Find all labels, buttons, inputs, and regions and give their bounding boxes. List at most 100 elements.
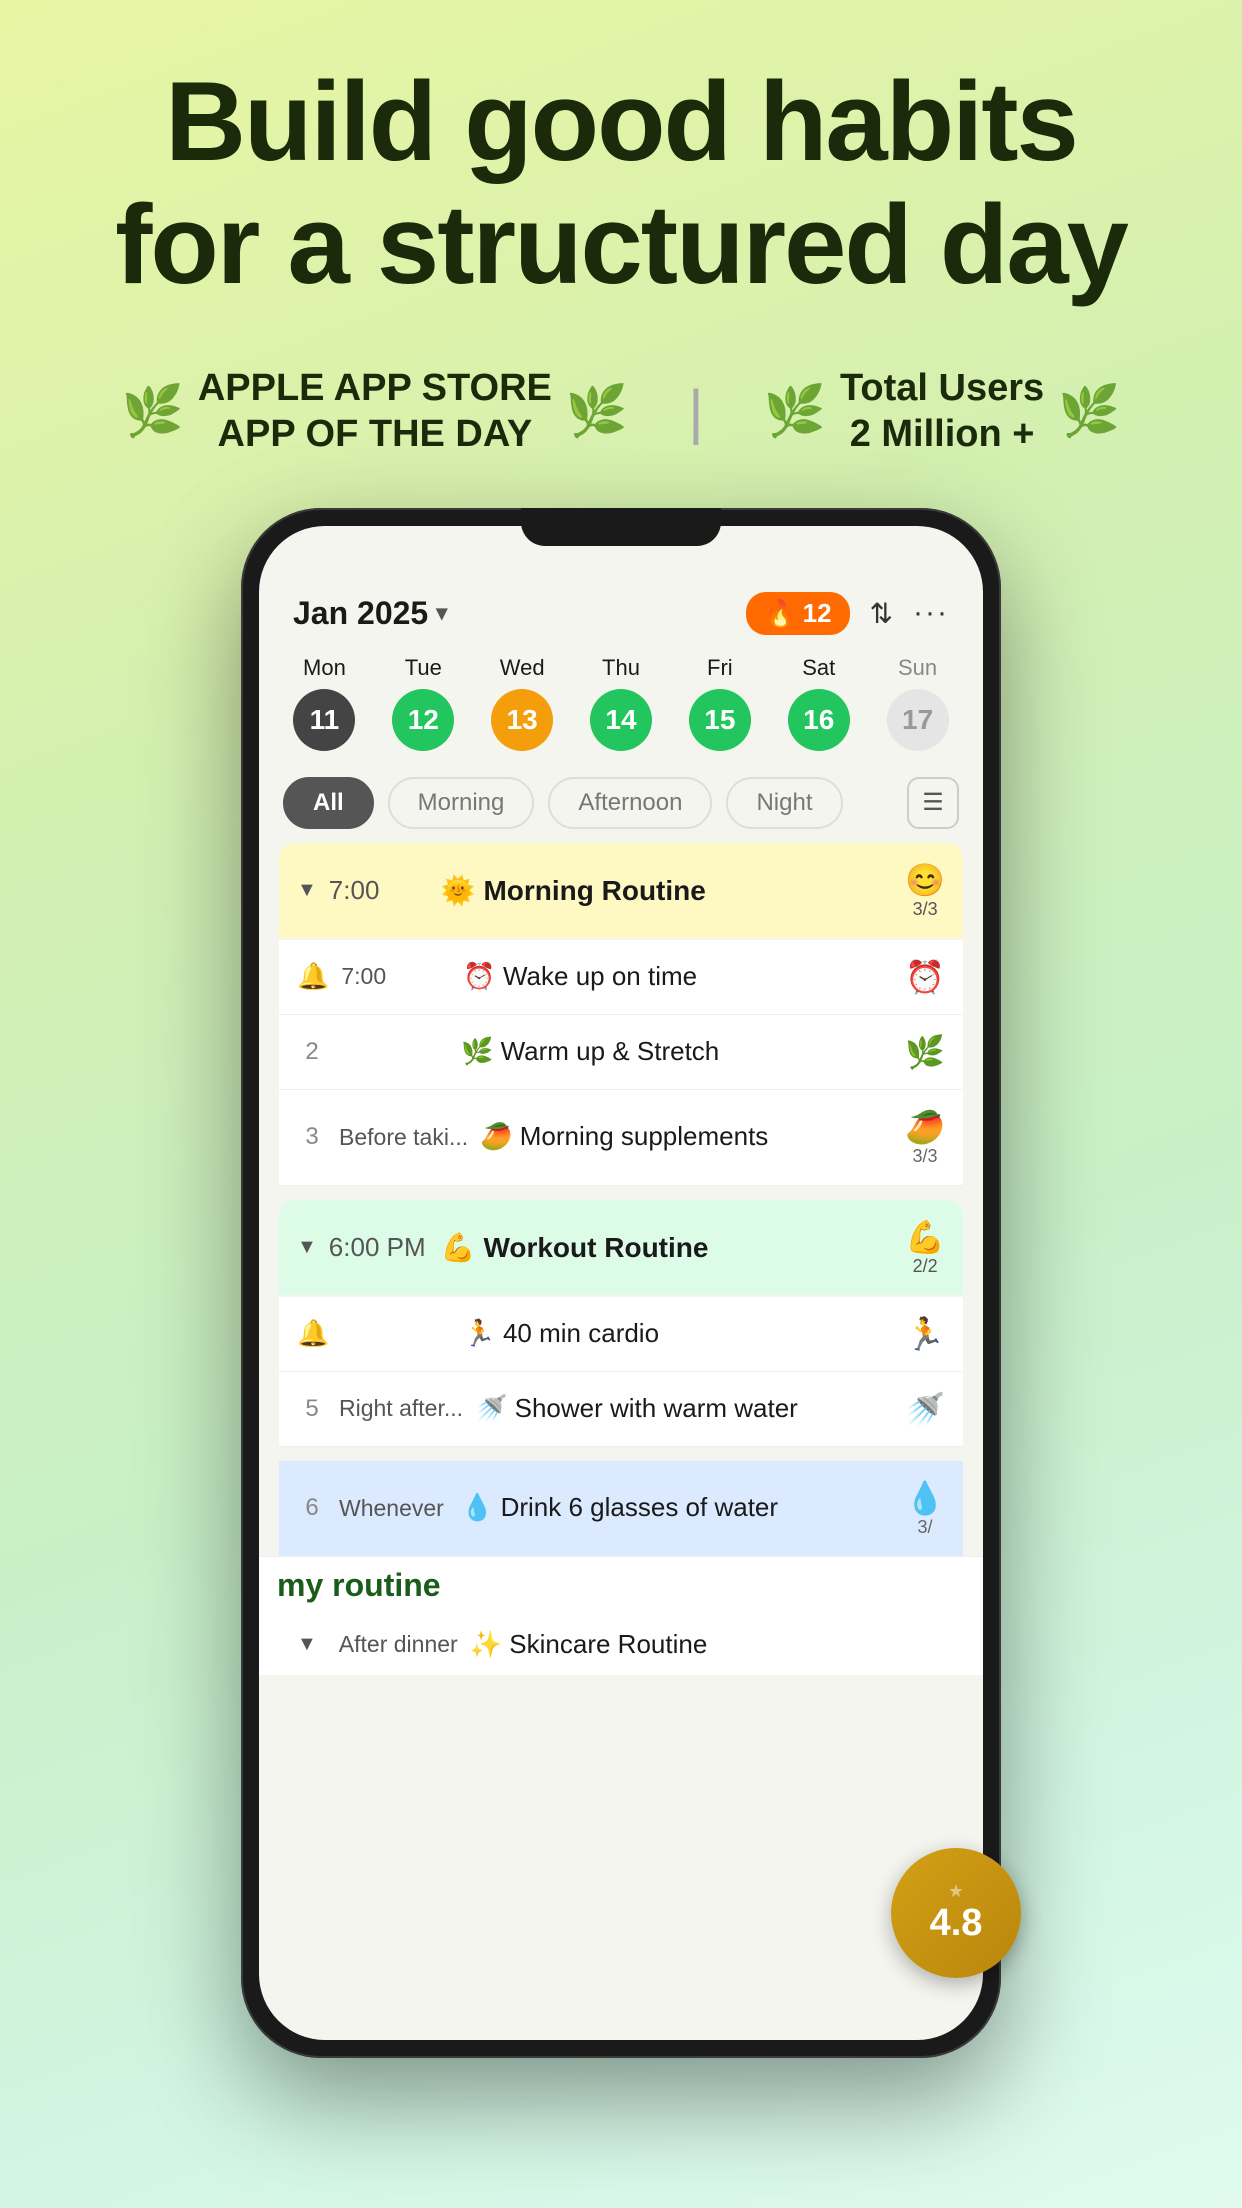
top-bar: Jan 2025 ▾ 🔥 12 ⇅ ··· — [259, 576, 983, 645]
day-name-tue: Tue — [405, 655, 442, 681]
top-bar-right: 🔥 12 ⇅ ··· — [746, 592, 949, 635]
habit-icon-3: 🥭 — [905, 1108, 945, 1146]
day-mon[interactable]: Mon 11 — [279, 655, 370, 751]
app-store-text: APPLE APP STORE APP OF THE DAY — [198, 366, 552, 457]
app-content: Jan 2025 ▾ 🔥 12 ⇅ ··· — [259, 526, 983, 2040]
workout-routine-header[interactable]: ▼ 6:00 PM 💪 Workout Routine 💪 2/2 — [279, 1200, 963, 1295]
habit-score-text-6: 3/ — [917, 1517, 932, 1538]
habit-icon-2: 🌿 — [905, 1033, 945, 1071]
bell-icon-4: 🔔 — [297, 1318, 329, 1349]
filter-bar: All Morning Afternoon Night ☰ — [259, 767, 983, 843]
habit-name-4: 🏃 40 min cardio — [463, 1317, 893, 1351]
habit-row-3[interactable]: 3 Before taki... 🥭 Morning supplements 🥭… — [279, 1090, 963, 1186]
users-line2: 2 Million + — [850, 413, 1035, 455]
day-circle-wed: 13 — [491, 689, 553, 751]
day-name-mon: Mon — [303, 655, 346, 681]
habit-time-5: Right after... — [339, 1395, 463, 1422]
calendar-icon[interactable]: ☰ — [907, 777, 959, 829]
header-section: Build good habits for a structured day — [0, 0, 1242, 336]
habit-row-after-dinner[interactable]: ▼ After dinner ✨ Skincare Routine — [259, 1614, 983, 1676]
headline-line1: Build good habits — [165, 59, 1077, 184]
arrow-after-dinner: ▼ — [297, 1633, 317, 1656]
bell-icon-1: 🔔 — [297, 961, 329, 992]
habit-row-2[interactable]: 2 🌿 Warm up & Stretch 🌿 — [279, 1015, 963, 1090]
users-line1: Total Users — [840, 367, 1044, 409]
filter-night[interactable]: Night — [726, 777, 842, 829]
day-wed[interactable]: Wed 13 — [477, 655, 568, 751]
day-circle-thu: 14 — [590, 689, 652, 751]
habit-icon-6: 💧 — [905, 1479, 945, 1517]
filter-morning[interactable]: Morning — [388, 777, 535, 829]
habit-row-6[interactable]: 6 Whenever 💧 Drink 6 glasses of water 💧 … — [279, 1461, 963, 1556]
filter-all[interactable]: All — [283, 777, 374, 829]
phone-screen: Jan 2025 ▾ 🔥 12 ⇅ ··· — [259, 526, 983, 2040]
habit-icon-1: ⏰ — [905, 958, 945, 996]
habit-num-2: 2 — [297, 1038, 327, 1066]
routine-list: ▼ 7:00 🌞 Morning Routine 😊 3/3 🔔 7:00 ⏰ … — [259, 843, 983, 1556]
habit-icon-5: 🚿 — [905, 1390, 945, 1428]
day-sun[interactable]: Sun 17 — [872, 655, 963, 751]
laurel-right-1: 🌿 — [566, 382, 628, 441]
morning-score-emoji: 😊 — [905, 861, 945, 899]
laurel-right-2: 🌿 — [1058, 382, 1120, 441]
habit-num-3: 3 — [297, 1123, 327, 1151]
morning-routine-name: 🌞 Morning Routine — [441, 874, 893, 907]
badge-separator: | — [688, 377, 704, 446]
workout-score-text: 2/2 — [913, 1256, 938, 1277]
badges-section: 🌿 APPLE APP STORE APP OF THE DAY 🌿 | 🌿 T… — [0, 336, 1242, 487]
day-fri[interactable]: Fri 15 — [674, 655, 765, 751]
users-text: Total Users 2 Million + — [840, 366, 1044, 457]
day-circle-tue: 12 — [392, 689, 454, 751]
day-thu[interactable]: Thu 14 — [576, 655, 667, 751]
rating-star-icon: ★ — [948, 1881, 964, 1902]
habit-icon-4: 🏃 — [905, 1315, 945, 1353]
habit-time-6: Whenever — [339, 1495, 449, 1522]
filter-afternoon[interactable]: Afternoon — [548, 777, 712, 829]
day-tue[interactable]: Tue 12 — [378, 655, 469, 751]
app-store-line1: APPLE APP STORE — [198, 367, 552, 409]
day-sat[interactable]: Sat 16 — [773, 655, 864, 751]
day-circle-mon: 11 — [293, 689, 355, 751]
habit-num-6: 6 — [297, 1494, 327, 1522]
day-circle-sun: 17 — [887, 689, 949, 751]
habit-score-3: 🥭 3/3 — [905, 1108, 945, 1167]
app-name-label: my routine — [277, 1567, 441, 1603]
skincare-name: ✨ Skincare Routine — [470, 1628, 945, 1662]
headline-line2: for a structured day — [115, 182, 1127, 307]
habit-num-5: 5 — [297, 1395, 327, 1423]
day-circle-sat: 16 — [788, 689, 850, 751]
app-store-badge: 🌿 APPLE APP STORE APP OF THE DAY 🌿 — [122, 366, 629, 457]
streak-count: 12 — [803, 598, 832, 629]
habit-row-1[interactable]: 🔔 7:00 ⏰ Wake up on time ⏰ — [279, 940, 963, 1015]
rating-number: 4.8 — [930, 1902, 983, 1945]
sort-icon[interactable]: ⇅ — [870, 597, 893, 630]
habit-name-6: 💧 Drink 6 glasses of water — [461, 1491, 893, 1525]
habit-name-1: ⏰ Wake up on time — [463, 960, 893, 994]
fire-icon: 🔥 — [764, 598, 796, 629]
day-name-sun: Sun — [898, 655, 937, 681]
morning-routine-score: 😊 3/3 — [905, 861, 945, 920]
morning-routine-header[interactable]: ▼ 7:00 🌞 Morning Routine 😊 3/3 — [279, 843, 963, 938]
more-icon[interactable]: ··· — [913, 596, 949, 630]
habit-row-5[interactable]: 5 Right after... 🚿 Shower with warm wate… — [279, 1372, 963, 1447]
month-label: Jan 2025 — [293, 595, 428, 632]
morning-score-text: 3/3 — [913, 899, 938, 920]
phone-notch — [521, 508, 721, 546]
streak-badge[interactable]: 🔥 12 — [746, 592, 849, 635]
after-dinner-time: After dinner — [339, 1631, 458, 1658]
workout-routine-time: 6:00 PM — [329, 1232, 429, 1263]
phone-device: Jan 2025 ▾ 🔥 12 ⇅ ··· — [241, 508, 1001, 2058]
week-days: Mon 11 Tue 12 Wed 13 Thu — [279, 655, 963, 751]
app-store-line2: APP OF THE DAY — [218, 413, 533, 455]
habit-row-4[interactable]: 🔔 🏃 40 min cardio 🏃 — [279, 1297, 963, 1372]
habit-score-6: 💧 3/ — [905, 1479, 945, 1538]
morning-routine-time: 7:00 — [329, 875, 429, 906]
app-name-bar: my routine — [259, 1556, 983, 1614]
workout-routine-score: 💪 2/2 — [905, 1218, 945, 1277]
group-arrow-workout: ▼ — [297, 1236, 317, 1259]
chevron-down-icon: ▾ — [436, 600, 447, 626]
month-selector[interactable]: Jan 2025 ▾ — [293, 595, 447, 632]
phone-wrapper: Jan 2025 ▾ 🔥 12 ⇅ ··· — [0, 488, 1242, 2058]
day-name-fri: Fri — [707, 655, 733, 681]
habit-time-3: Before taki... — [339, 1124, 468, 1151]
